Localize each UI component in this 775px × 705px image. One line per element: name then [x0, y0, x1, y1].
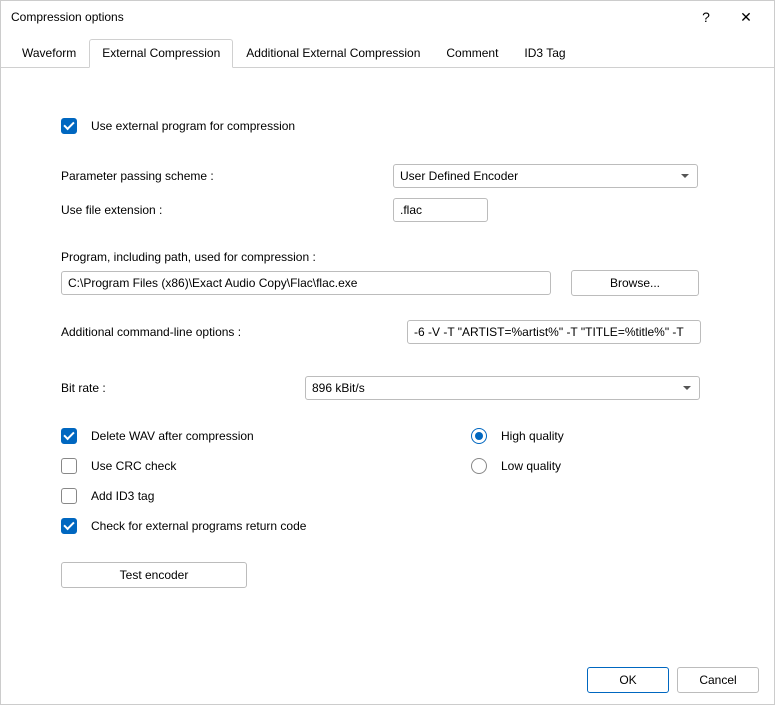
browse-button[interactable]: Browse... [571, 270, 699, 296]
param-scheme-label: Parameter passing scheme : [61, 169, 393, 183]
program-path-input[interactable] [61, 271, 551, 295]
bitrate-value: 896 kBit/s [312, 381, 365, 395]
tab-waveform[interactable]: Waveform [9, 39, 89, 67]
titlebar: Compression options ? ✕ [1, 1, 774, 33]
window-title: Compression options [11, 10, 686, 24]
file-extension-label: Use file extension : [61, 203, 393, 217]
low-quality-label: Low quality [501, 459, 561, 473]
delete-wav-checkbox[interactable] [61, 428, 77, 444]
high-quality-radio[interactable] [471, 428, 487, 444]
cmdline-input[interactable] [407, 320, 701, 344]
use-external-label: Use external program for compression [91, 119, 295, 133]
chevron-down-icon [683, 386, 691, 390]
program-path-label: Program, including path, used for compre… [61, 250, 316, 264]
tab-additional-external[interactable]: Additional External Compression [233, 39, 433, 67]
param-scheme-value: User Defined Encoder [400, 169, 518, 183]
tab-id3[interactable]: ID3 Tag [511, 39, 578, 67]
file-extension-input[interactable] [393, 198, 488, 222]
high-quality-label: High quality [501, 429, 564, 443]
cmdline-label: Additional command-line options : [61, 325, 407, 339]
dialog-footer: OK Cancel [587, 667, 759, 693]
close-icon: ✕ [740, 9, 752, 26]
chevron-down-icon [681, 174, 689, 178]
crc-checkbox[interactable] [61, 458, 77, 474]
id3-checkbox[interactable] [61, 488, 77, 504]
close-button[interactable]: ✕ [726, 3, 766, 31]
help-icon: ? [702, 9, 710, 25]
tab-panel-external: Use external program for compression Par… [1, 68, 774, 608]
bitrate-label: Bit rate : [61, 381, 305, 395]
crc-label: Use CRC check [91, 459, 176, 473]
param-scheme-select[interactable]: User Defined Encoder [393, 164, 698, 188]
tab-strip: Waveform External Compression Additional… [1, 39, 774, 68]
tab-comment[interactable]: Comment [433, 39, 511, 67]
returncode-label: Check for external programs return code [91, 519, 306, 533]
bitrate-select[interactable]: 896 kBit/s [305, 376, 700, 400]
returncode-checkbox[interactable] [61, 518, 77, 534]
id3-label: Add ID3 tag [91, 489, 154, 503]
use-external-checkbox[interactable] [61, 118, 77, 134]
low-quality-radio[interactable] [471, 458, 487, 474]
delete-wav-label: Delete WAV after compression [91, 429, 254, 443]
help-button[interactable]: ? [686, 3, 726, 31]
cancel-button[interactable]: Cancel [677, 667, 759, 693]
ok-button[interactable]: OK [587, 667, 669, 693]
test-encoder-button[interactable]: Test encoder [61, 562, 247, 588]
tab-external-compression[interactable]: External Compression [89, 39, 233, 68]
